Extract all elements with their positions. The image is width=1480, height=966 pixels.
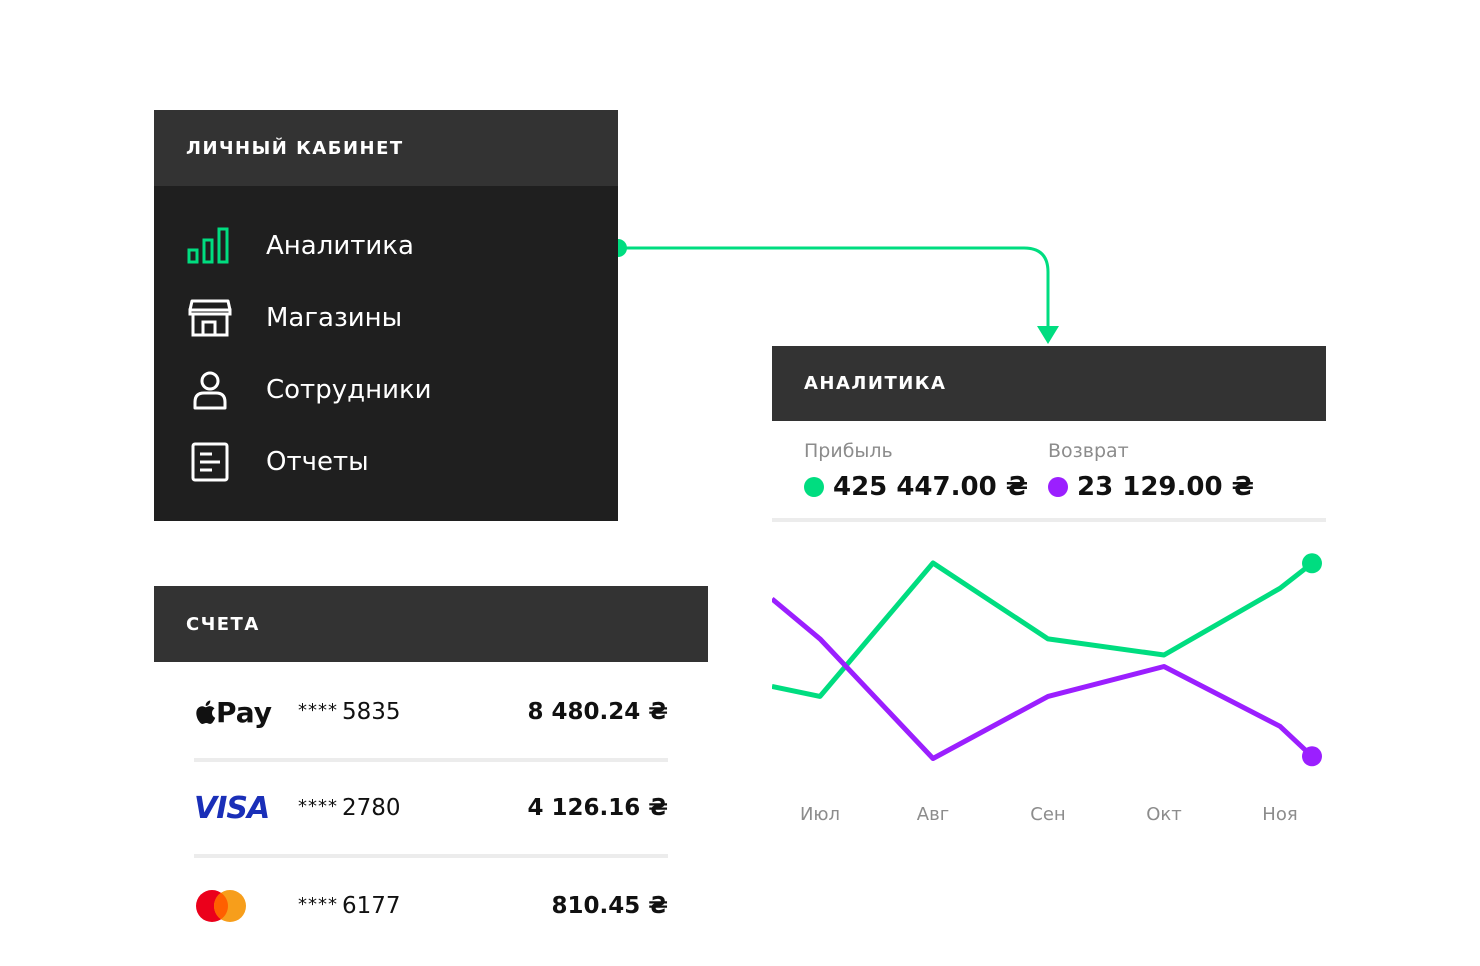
series-line-1 [772, 596, 1314, 761]
visa-logo: VISA [194, 788, 284, 828]
profit-value: 425 447.00 ₴ [833, 472, 1029, 502]
profit-label: Прибыль [804, 440, 893, 462]
menu-item-reports[interactable]: Отчеты [154, 432, 618, 492]
account-number: **** 2780 [298, 795, 401, 821]
account-last-digits: 6177 [342, 893, 401, 919]
apple-icon [196, 700, 216, 724]
account-number: **** 6177 [298, 893, 401, 919]
visa-text: VISA [194, 790, 270, 826]
refund-metric: Возврат 23 129.00 ₴ [1048, 440, 1254, 502]
user-icon [186, 368, 234, 412]
account-amount: 4 126.16 ₴ [527, 795, 668, 821]
account-divider [194, 758, 668, 762]
apple-pay-text: Pay [216, 695, 273, 729]
account-last-digits: 2780 [342, 795, 401, 821]
x-tick-label: Ноя [1262, 804, 1297, 825]
menu-label-employees: Сотрудники [266, 375, 432, 405]
account-row-visa[interactable]: VISA **** 2780 4 126.16 ₴ [194, 778, 668, 838]
x-tick-label: Июл [800, 804, 840, 825]
menu-item-employees[interactable]: Сотрудники [154, 360, 618, 420]
account-last-digits: 5835 [342, 699, 401, 725]
masked-stars: **** [298, 700, 338, 721]
x-tick-label: Авг [917, 804, 949, 825]
mastercard-logo [194, 886, 284, 926]
masked-stars: **** [298, 796, 338, 817]
line-chart: Июл Авг Сен Окт Ноя [772, 553, 1322, 825]
analytics-title: АНАЛИТИКА [772, 346, 1326, 421]
account-row-applepay[interactable]: Pay **** 5835 8 480.24 ₴ [194, 682, 668, 742]
account-divider [194, 854, 668, 858]
menu-label-stores: Магазины [266, 303, 403, 333]
masked-stars: **** [298, 894, 338, 915]
analytics-panel: АНАЛИТИКА Прибыль 425 447.00 ₴ Возврат 2… [772, 346, 1326, 846]
x-tick-label: Окт [1146, 804, 1182, 825]
store-icon [186, 296, 234, 340]
menu-label-reports: Отчеты [266, 447, 369, 477]
apple-pay-logo: Pay [194, 692, 284, 732]
cabinet-title: ЛИЧНЫЙ КАБИНЕТ [154, 110, 618, 186]
menu-item-stores[interactable]: Магазины [154, 288, 618, 348]
refund-label: Возврат [1048, 440, 1129, 462]
account-number: **** 5835 [298, 699, 401, 725]
menu-item-analytics[interactable]: Аналитика [154, 216, 618, 276]
refund-value: 23 129.00 ₴ [1077, 472, 1254, 502]
document-icon [186, 440, 234, 484]
cabinet-menu: ЛИЧНЫЙ КАБИНЕТ Аналитика Магазины Сотруд… [154, 110, 618, 521]
accounts-panel: СЧЕТА Pay **** 5835 8 480.24 ₴ VISA **** 2… [154, 586, 708, 966]
accounts-title: СЧЕТА [154, 586, 708, 662]
profit-dot [804, 477, 824, 497]
account-amount: 810.45 ₴ [551, 893, 668, 919]
bar-chart-icon [186, 224, 234, 268]
menu-label-analytics: Аналитика [266, 231, 414, 261]
series-end-point-0 [1302, 553, 1322, 574]
account-amount: 8 480.24 ₴ [527, 699, 668, 725]
refund-dot [1048, 477, 1068, 497]
series-end-point-1 [1302, 746, 1322, 767]
x-tick-label: Сен [1030, 804, 1065, 825]
account-row-mastercard[interactable]: **** 6177 810.45 ₴ [194, 876, 668, 936]
profit-metric: Прибыль 425 447.00 ₴ [804, 440, 1028, 502]
